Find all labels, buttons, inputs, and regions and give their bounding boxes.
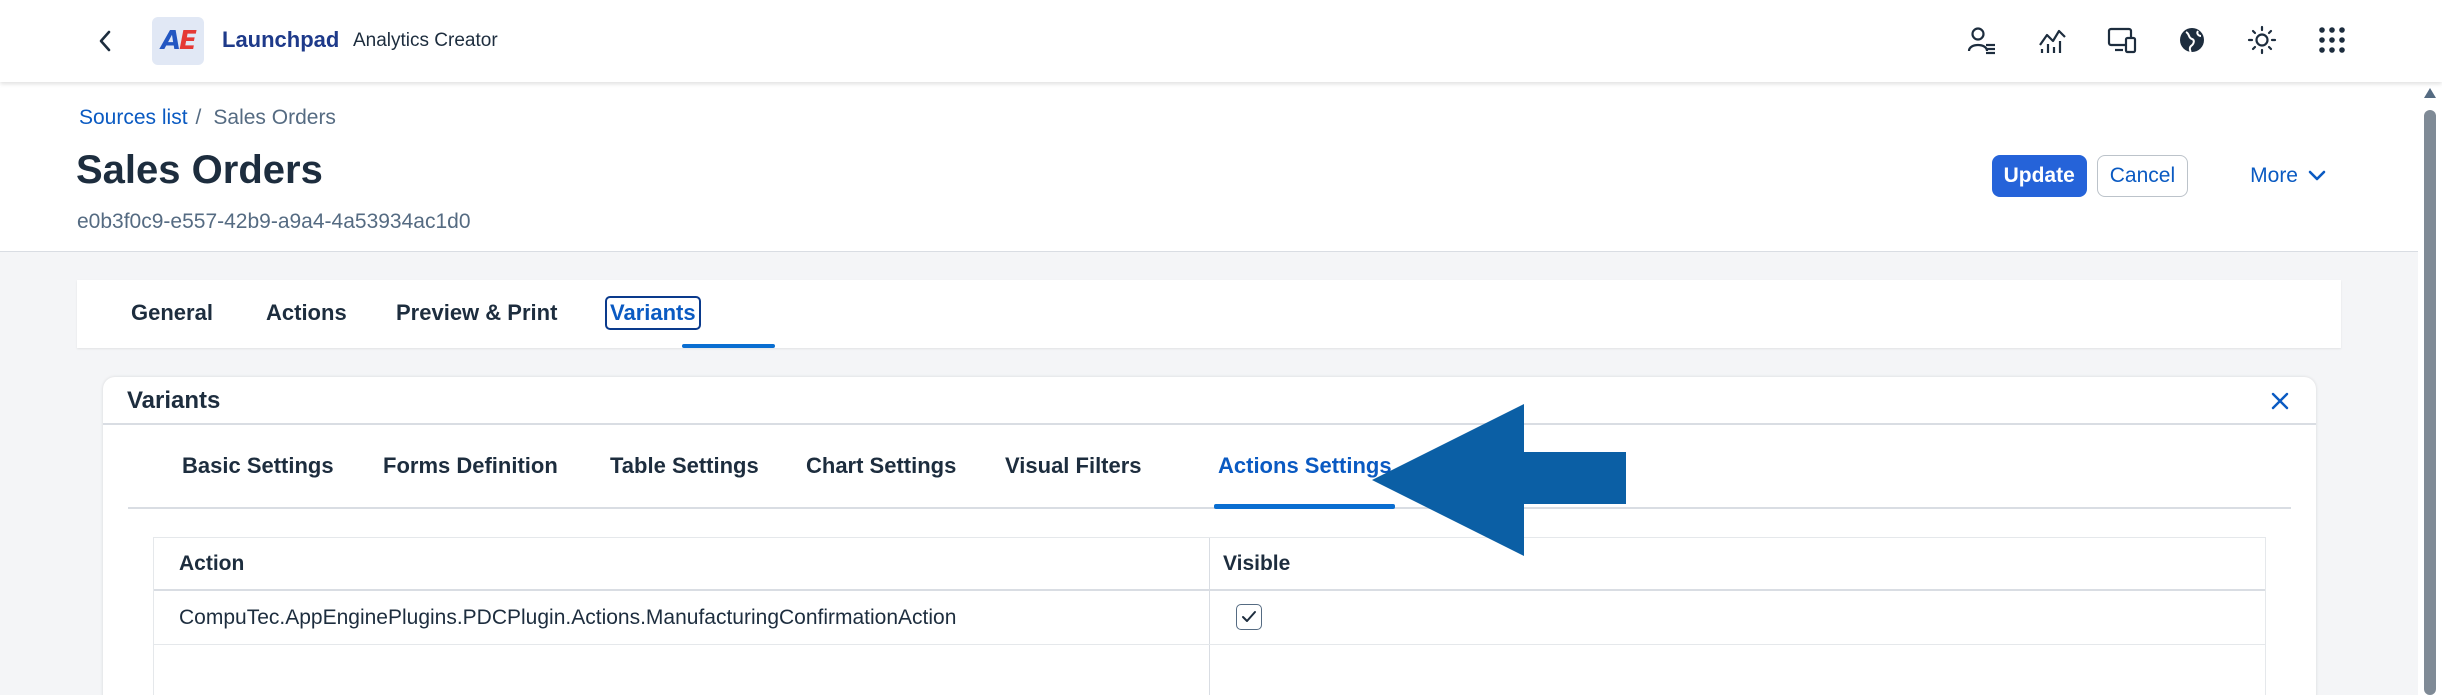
devices-icon[interactable]: [2104, 22, 2140, 58]
tab-actions[interactable]: Actions: [266, 300, 347, 326]
tab-general[interactable]: General: [131, 300, 213, 326]
shell-actions: [1964, 22, 2350, 58]
globe-icon[interactable]: [2174, 22, 2210, 58]
subtab-actions-settings[interactable]: Actions Settings: [1218, 453, 1392, 479]
analytics-icon[interactable]: [2034, 22, 2070, 58]
update-button[interactable]: Update: [1991, 155, 2087, 197]
subtab-selected-indicator: [1214, 504, 1395, 509]
header-actions: Update Cancel More: [1991, 155, 2338, 197]
page-scrollbar[interactable]: [2418, 82, 2442, 695]
visible-cell: [1210, 591, 1262, 644]
tab-selected-indicator: [682, 344, 775, 348]
more-label: More: [2250, 164, 2298, 187]
subtab-visual-filters[interactable]: Visual Filters: [1005, 453, 1142, 479]
logo-letter-a: A: [161, 26, 181, 56]
subtab-table-settings[interactable]: Table Settings: [610, 453, 759, 479]
panel-title: Variants: [127, 387, 221, 414]
app-title[interactable]: Launchpad: [222, 27, 339, 53]
user-settings-icon[interactable]: [1964, 22, 2000, 58]
app-logo[interactable]: AE: [152, 17, 204, 65]
breadcrumb: Sources list / Sales Orders: [79, 106, 336, 130]
chevron-down-icon: [2308, 170, 2326, 181]
shell-bar: AE Launchpad Analytics Creator: [0, 0, 2442, 82]
subtab-basic-settings[interactable]: Basic Settings: [182, 453, 334, 479]
column-header-visible[interactable]: Visible: [1210, 538, 1290, 589]
subtab-chart-settings[interactable]: Chart Settings: [806, 453, 956, 479]
variants-subtabs: Basic Settings Forms Definition Table Se…: [128, 425, 2291, 509]
variants-panel: Variants Basic Settings Forms Definition…: [103, 377, 2316, 695]
annotation-arrow-icon: [1372, 404, 1626, 556]
subtab-forms-definition[interactable]: Forms Definition: [383, 453, 558, 479]
object-page-header: Sources list / Sales Orders Sales Orders…: [0, 82, 2418, 252]
chevron-left-icon: [99, 30, 111, 52]
breadcrumb-link-sources-list[interactable]: Sources list: [79, 106, 188, 130]
visible-checkbox[interactable]: [1236, 604, 1262, 630]
breadcrumb-separator: /: [195, 106, 202, 129]
panel-header: Variants: [103, 377, 2316, 425]
table-row-empty: [154, 645, 2265, 695]
action-cell: CompuTec.AppEnginePlugins.PDCPlugin.Acti…: [154, 591, 1210, 644]
anchor-bar: General Actions Preview & Print Variants: [77, 280, 2341, 348]
tab-preview-print[interactable]: Preview & Print: [396, 300, 557, 326]
object-id: e0b3f0c9-e557-42b9-a9a4-4a53934ac1d0: [77, 210, 471, 233]
table-row[interactable]: CompuTec.AppEnginePlugins.PDCPlugin.Acti…: [154, 591, 2265, 645]
more-button[interactable]: More: [2238, 155, 2338, 197]
app-grid-icon[interactable]: [2314, 22, 2350, 58]
tab-variants[interactable]: Variants: [605, 296, 701, 330]
empty-cell: [1210, 645, 1236, 695]
back-button[interactable]: [88, 24, 122, 58]
actions-table: Action Visible CompuTec.AppEnginePlugins…: [153, 537, 2266, 695]
close-button[interactable]: [2266, 387, 2294, 415]
cancel-button[interactable]: Cancel: [2096, 155, 2189, 197]
app-subtitle: Analytics Creator: [353, 30, 498, 51]
empty-cell: [154, 645, 1210, 695]
breadcrumb-current: Sales Orders: [213, 106, 336, 129]
checkmark-icon: [1242, 611, 1256, 622]
logo-letter-e: E: [179, 26, 197, 56]
table-header: Action Visible: [154, 538, 2265, 591]
column-header-action[interactable]: Action: [154, 538, 1210, 589]
close-icon: [2271, 392, 2289, 410]
theme-sun-icon[interactable]: [2244, 22, 2280, 58]
scroll-up-icon[interactable]: [2423, 86, 2437, 100]
scrollbar-thumb[interactable]: [2424, 110, 2436, 695]
page-title: Sales Orders: [76, 148, 323, 192]
